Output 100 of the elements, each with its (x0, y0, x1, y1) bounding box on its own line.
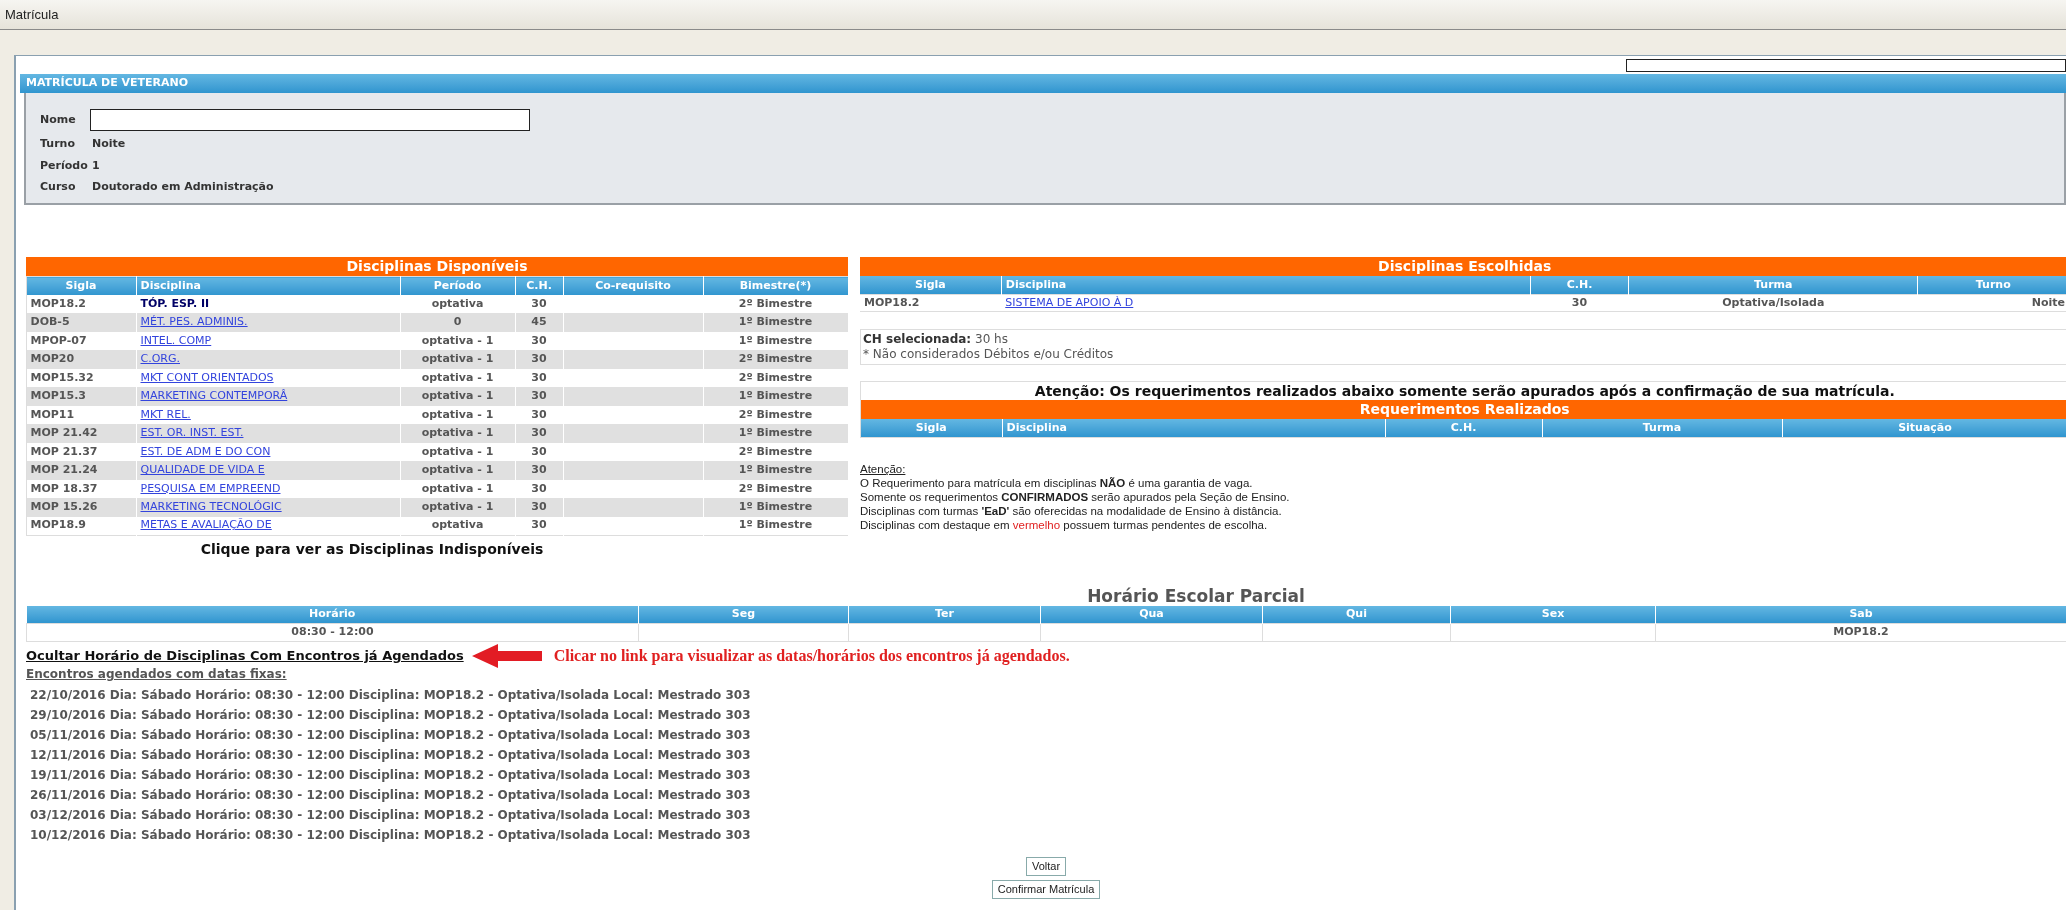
table-cell: 30 (515, 516, 563, 535)
course-link[interactable]: MARKETING CONTEMPORÂ (140, 389, 288, 402)
table-title: Requerimentos Realizados (861, 400, 2066, 419)
course-link[interactable]: MÉT. PES. ADMINIS. (140, 315, 248, 328)
table-title: Disciplinas Disponíveis (26, 257, 848, 276)
column-header: Horário (26, 605, 639, 624)
meeting-entry: 03/12/2016 Dia: Sábado Horário: 08:30 - 12:00 Disciplina: MOP18.2 - Optativa/Isolada Local: Mestrado 303 (30, 806, 752, 824)
table-cell: 30 (1530, 294, 1629, 312)
input-field[interactable] (1626, 59, 2066, 72)
column-header: Qui (1262, 605, 1451, 624)
table-cell: 30 (515, 387, 563, 406)
column-header: C.H. (1530, 276, 1629, 294)
meeting-entry: 22/10/2016 Dia: Sábado Horário: 08:30 - 12:00 Disciplina: MOP18.2 - Optativa/Isolada Local: Mestrado 303 (30, 686, 752, 704)
column-header: Seg (638, 605, 849, 624)
table-cell: 30 (515, 498, 563, 517)
course-link[interactable]: SISTEMA DE APOIO À D (1005, 295, 1134, 309)
notice-line: Disciplinas com destaque em vermelho possuem turmas pendentes de escolha. (860, 518, 1269, 532)
notice-line: O Requerimento para matrícula em disciplinas NÃO é uma garantia de vaga. (860, 476, 1254, 490)
table-cell: optativa - 1 (400, 498, 515, 517)
column-header: Disciplina (1001, 276, 1531, 294)
column-header: Sab (1655, 605, 2066, 624)
meeting-entry: 19/11/2016 Dia: Sábado Horário: 08:30 - 12:00 Disciplina: MOP18.2 - Optativa/Isolada Local: Mestrado 303 (30, 766, 752, 784)
unavailable-link[interactable]: Clique para ver as Disciplinas Indisponíveis (200, 538, 544, 560)
table-cell: optativa - 1 (400, 424, 515, 443)
hint-text: Clicar no link para visualizar as datas/horários dos encontros já agendados. (553, 645, 1070, 667)
table-cell: 08:30 - 12:00 (26, 623, 639, 641)
notice-line: Somente os requerimentos CONFIRMADOS serão apurados pela Seção de Ensino. (860, 490, 1291, 504)
field-label: Turno (40, 136, 76, 152)
notice-text: Atenção: Os requerimentos realizados abaixo somente serão apurados após a confirmação de sua matrícula. (1033, 382, 1896, 400)
ch-summary: CH selecionada: 30 hs (863, 332, 1009, 347)
column-header: Disciplina (1002, 419, 1385, 437)
course-link[interactable]: QUALIDADE DE VIDA E (140, 463, 265, 476)
attention-heading: Atenção: (860, 462, 907, 476)
notice-line: Disciplinas com turmas 'EaD' são oferecidas na modalidade de Ensino à distância. (860, 504, 1283, 518)
table-cell: Optativa/Isolada (1628, 294, 1918, 312)
field-label: Nome (40, 111, 77, 128)
table-cell: 30 (515, 424, 563, 443)
table-cell: MOP20 (26, 350, 136, 369)
meetings-heading: Encontros agendados com datas fixas: (26, 665, 288, 683)
table-cell: 45 (515, 313, 563, 332)
table-cell: 1º Bimestre (703, 313, 848, 332)
toggle-link[interactable]: Ocultar Horário de Disciplinas Com Encontros já Agendados (26, 645, 464, 666)
table-cell: 0 (400, 313, 515, 332)
course-link[interactable]: METAS E AVALIAÇÃO DE (140, 518, 272, 532)
column-header: Disciplina (136, 276, 400, 295)
table-title: Disciplinas Escolhidas (860, 257, 2066, 276)
column-header: Sigla (860, 276, 1002, 294)
footnote: * Não considerados Débitos e/ou Créditos (863, 347, 1115, 362)
meeting-entry: 26/11/2016 Dia: Sábado Horário: 08:30 - 12:00 Disciplina: MOP18.2 - Optativa/Isolada Local: Mestrado 303 (30, 786, 752, 804)
window-title: Matrícula (5, 5, 59, 24)
column-header: Turma (1628, 276, 1918, 294)
table-cell: MOP18.9 (26, 516, 136, 535)
table-cell: MOP15.3 (26, 387, 136, 406)
column-header: Qua (1040, 605, 1263, 624)
table-cell: MOP18.2 (860, 294, 1002, 312)
course-link[interactable]: EST. DE ADM E DO CON (140, 444, 271, 458)
column-header: C.H. (515, 276, 563, 295)
column-header: Sigla (26, 276, 136, 295)
table-cell: MOP 15.26 (26, 498, 136, 517)
table-cell: DOB-5 (26, 313, 136, 332)
column-header: C.H. (1385, 419, 1542, 437)
table-cell: MOP 21.24 (26, 461, 136, 480)
column-header: Bimestre(*) (703, 276, 848, 295)
table-cell: 1º Bimestre (703, 516, 848, 535)
table-cell: TÓP. ESP. II (140, 296, 210, 310)
table-cell: 1º Bimestre (703, 387, 848, 406)
course-link[interactable]: MARKETING TECNOLÓGIC (140, 500, 282, 513)
column-header: Situação (1782, 419, 2066, 437)
field-value: Noite (92, 136, 126, 152)
table-cell: 1º Bimestre (703, 461, 848, 480)
column-header: Turno (1917, 276, 2066, 294)
table-cell: 1º Bimestre (703, 424, 848, 443)
name-field[interactable] (90, 109, 530, 131)
column-header: Período (400, 276, 515, 295)
action-button[interactable]: Voltar (1025, 856, 1067, 876)
arrow-icon (471, 643, 542, 668)
meeting-entry: 05/11/2016 Dia: Sábado Horário: 08:30 - 12:00 Disciplina: MOP18.2 - Optativa/Isolada Local: Mestrado 303 (30, 726, 752, 744)
course-link[interactable]: EST. OR. INST. EST. (140, 426, 244, 439)
meeting-entry: 29/10/2016 Dia: Sábado Horário: 08:30 - 12:00 Disciplina: MOP18.2 - Optativa/Isolada Local: Mestrado 303 (30, 706, 752, 724)
course-link[interactable]: MKT REL. (140, 407, 191, 421)
table-cell: optativa - 1 (400, 387, 515, 406)
table-cell: 2º Bimestre (703, 350, 848, 369)
table-cell: MOP18.2 (1655, 623, 2066, 641)
column-header: Co-requisito (563, 276, 703, 295)
course-link[interactable]: PESQUISA EM EMPREEND (140, 481, 281, 495)
action-button[interactable]: Confirmar Matrícula (991, 879, 1101, 899)
column-header: Sex (1450, 605, 1656, 624)
meeting-entry: 10/12/2016 Dia: Sábado Horário: 08:30 - 12:00 Disciplina: MOP18.2 - Optativa/Isolada Local: Mestrado 303 (30, 826, 752, 844)
column-header: Sigla (861, 419, 1002, 437)
schedule-title: Horário Escolar Parcial (1086, 585, 1306, 606)
table-cell: 1º Bimestre (703, 498, 848, 517)
course-link[interactable]: MKT CONT ORIENTADOS (140, 370, 274, 384)
course-link[interactable]: C.ORG. (140, 352, 180, 365)
table-cell: 30 (515, 350, 563, 369)
course-link[interactable]: INTEL. COMP (140, 333, 212, 347)
column-header: Ter (848, 605, 1041, 624)
section-header: MATRÍCULA DE VETERANO (20, 74, 2066, 93)
field-label: Curso (40, 179, 77, 195)
field-value: 1 (92, 157, 100, 174)
table-cell: optativa - 1 (400, 461, 515, 480)
